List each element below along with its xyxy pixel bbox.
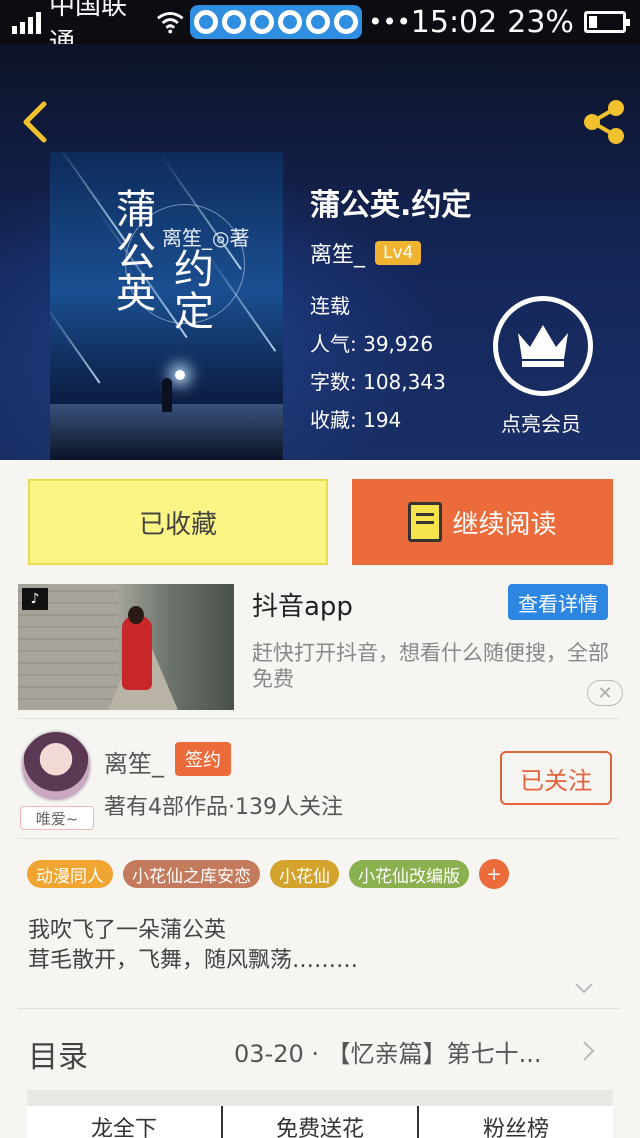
book-cover[interactable]: 蒲公英 约定 离笙_◎著 <box>50 152 283 460</box>
favorited-button[interactable]: 已收藏 <box>28 479 328 565</box>
ad-description: 赶快打开抖音，想看什么随便搜，全部免费 <box>252 641 609 691</box>
signal-icon <box>12 10 41 34</box>
book-icon <box>408 502 443 542</box>
author-name[interactable]: 离笙_ <box>310 237 365 269</box>
ad-detail-button[interactable]: 查看详情 <box>508 584 608 620</box>
book-header: 蒲公英 约定 离笙_◎著 蒲公英.约定 离笙_ Lv4 连载 人气: 39,92… <box>0 44 640 460</box>
notification-icons <box>190 5 363 39</box>
continue-reading-label: 继续阅读 <box>452 509 557 540</box>
author-works-count: 著有4部作品·139人关注 <box>104 795 343 820</box>
intro-line: 我吹飞了一朵蒲公英 <box>28 918 227 943</box>
intro-line: 茸毛散开，飞舞，随风飘荡……… <box>28 948 359 973</box>
divider <box>18 1008 620 1009</box>
vip-label: 点亮会员 <box>501 412 581 436</box>
ad-image[interactable]: ♪ <box>18 584 234 710</box>
tab-item[interactable]: 粉丝榜 <box>419 1106 613 1138</box>
tag-item[interactable]: 动漫同人 <box>27 860 113 888</box>
continue-reading-button[interactable]: 继续阅读 <box>352 479 613 565</box>
back-arrow-icon[interactable] <box>16 100 56 144</box>
tab-item[interactable]: 免费送花 <box>223 1106 419 1138</box>
ad-title[interactable]: 抖音app <box>252 586 353 623</box>
status-bar: 中国联通 ••• 15:02 23% <box>0 0 640 58</box>
tag-list: 动漫同人 小花仙之库安恋 小花仙 小花仙改编版 + <box>27 859 509 889</box>
tag-item[interactable]: 小花仙 <box>270 860 339 888</box>
tag-item[interactable]: 小花仙改编版 <box>349 860 469 888</box>
author-avatar[interactable] <box>20 730 92 802</box>
favorites-stat: 收藏: 194 <box>310 408 402 432</box>
bottom-tabs: 龙全下 免费送花 粉丝榜 <box>27 1106 613 1138</box>
clock: 15:02 <box>410 4 498 40</box>
wifi-icon <box>156 12 184 34</box>
signed-badge: 签约 <box>175 742 231 776</box>
battery-percent: 23% <box>507 4 574 40</box>
popularity-stat: 人气: 39,926 <box>310 332 434 356</box>
divider <box>18 838 620 839</box>
serial-status: 连载 <box>310 294 350 318</box>
word-count-stat: 字数: 108,343 <box>310 370 446 394</box>
toc-label[interactable]: 目录 <box>28 1032 88 1076</box>
tiktok-logo-icon: ♪ <box>22 588 48 610</box>
share-icon[interactable] <box>580 98 628 146</box>
author-row[interactable]: 离笙_ Lv4 <box>310 237 422 269</box>
follow-button[interactable]: 已关注 <box>500 751 612 805</box>
more-tags-button[interactable]: + <box>479 859 509 889</box>
avatar-tag: 唯爱~ <box>20 806 94 830</box>
level-badge: Lv4 <box>375 241 422 265</box>
more-notifications-indicator: ••• <box>368 8 411 36</box>
tag-item[interactable]: 小花仙之库安恋 <box>123 860 260 888</box>
book-title: 蒲公英.约定 <box>310 188 472 223</box>
crown-icon <box>518 325 568 367</box>
cover-author: 离笙_◎著 <box>162 226 250 250</box>
cover-title-right: 蒲公英 <box>109 188 155 314</box>
cover-title-left: 约定 <box>167 248 213 332</box>
tab-item[interactable]: 龙全下 <box>27 1106 223 1138</box>
divider <box>18 718 620 719</box>
battery-icon <box>583 11 631 33</box>
ad-close-button[interactable]: ✕ <box>587 680 623 706</box>
vip-crown-button[interactable] <box>493 296 593 396</box>
book-intro[interactable]: 我吹飞了一朵蒲公英 茸毛散开，飞舞，随风飘荡……… <box>28 916 358 976</box>
author-card-name[interactable]: 离笙_ <box>104 744 164 779</box>
latest-chapter[interactable]: 03-20 · 【忆亲篇】第七十... <box>234 1034 542 1069</box>
expand-chevron-icon[interactable] <box>574 982 594 996</box>
chevron-right-icon[interactable] <box>582 1040 596 1062</box>
